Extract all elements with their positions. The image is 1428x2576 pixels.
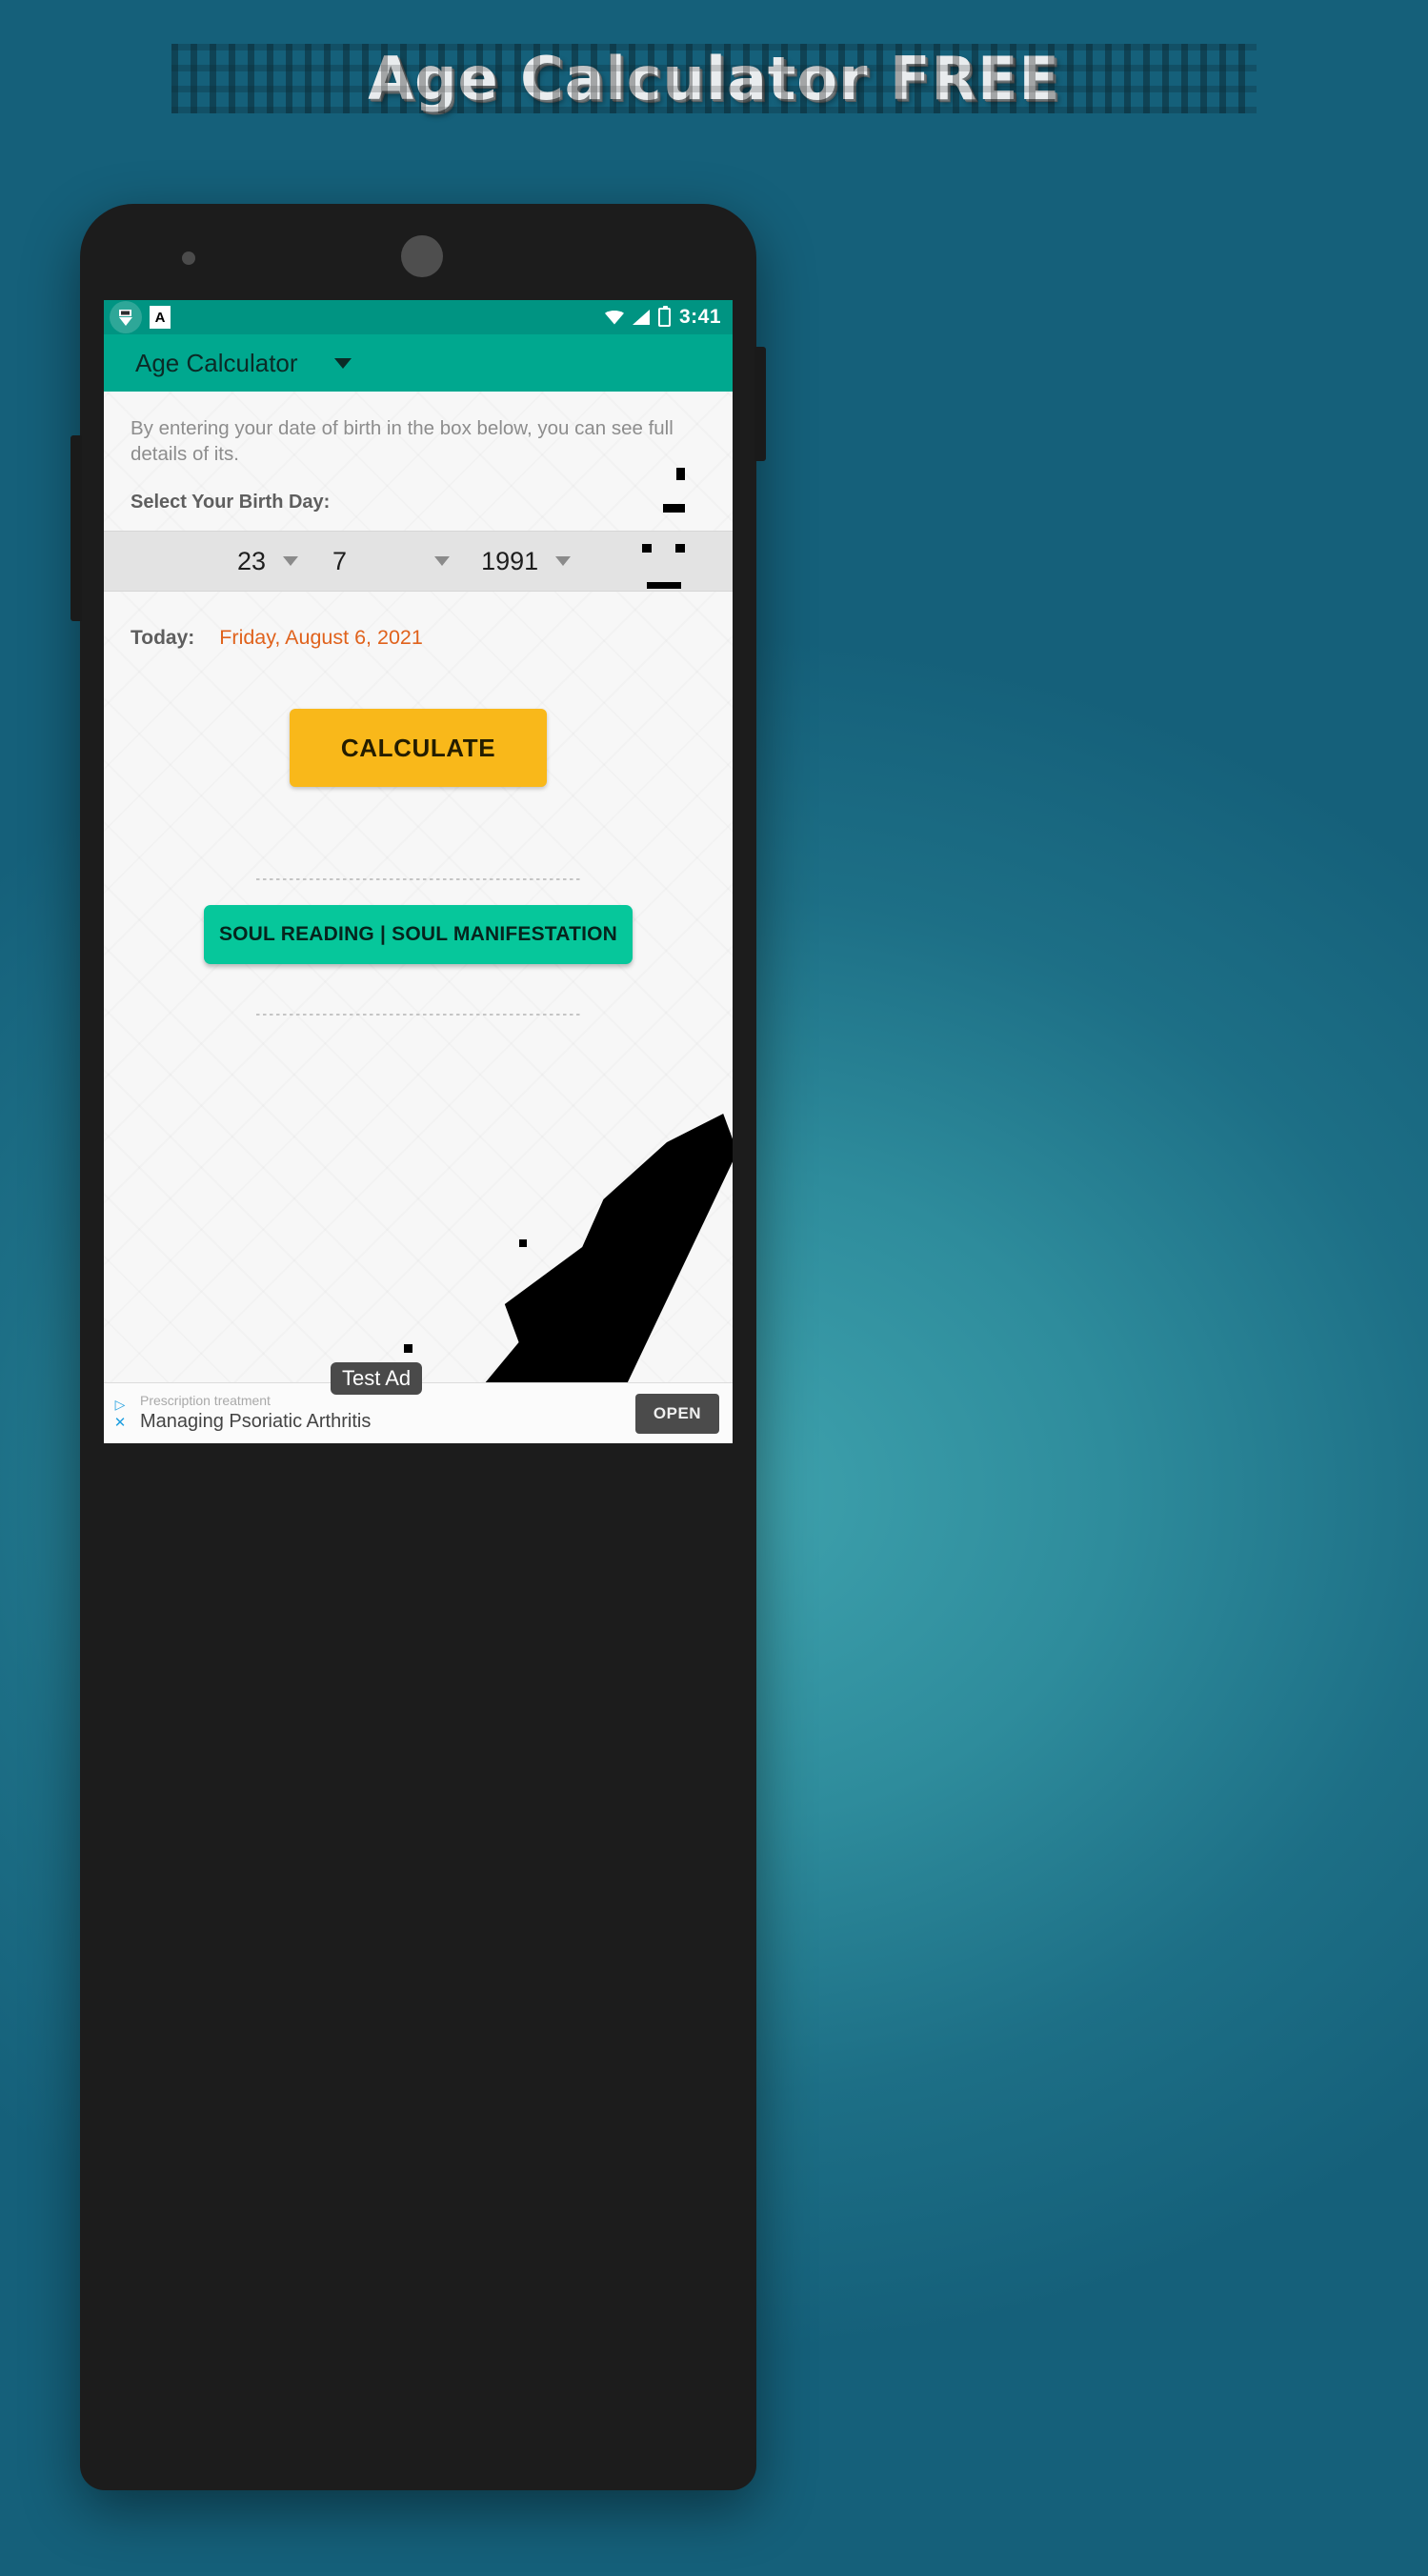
status-bar-notifications: A	[110, 301, 171, 333]
section-label: Select Your Birth Day:	[131, 492, 331, 513]
phone-screen: A 3:41 Age Calculator By entering your d…	[104, 300, 733, 1443]
ad-title: Managing Psoriatic Arthritis	[140, 1410, 372, 1432]
soul-button-wrap: SOUL READING | SOUL MANIFESTATION	[104, 905, 733, 965]
year-spinner[interactable]: 1991	[481, 546, 572, 576]
ad-banner[interactable]: ▷ ✕ Prescription treatment Managing Psor…	[104, 1362, 733, 1443]
ad-divider-top	[256, 878, 580, 881]
app-notification-icon[interactable]	[110, 301, 142, 333]
intro-text: By entering your date of birth in the bo…	[131, 417, 674, 465]
chevron-down-icon[interactable]	[333, 357, 352, 369]
phone-device: A 3:41 Age Calculator By entering your d…	[70, 204, 766, 2490]
today-label: Today:	[131, 627, 195, 650]
today-row: Today: Friday, August 6, 2021	[104, 626, 733, 650]
notification-highlight-ring	[110, 301, 142, 333]
day-caret-down-icon	[283, 556, 299, 567]
calculate-button-wrap: CALCULATE	[104, 709, 733, 788]
month-caret-down-icon	[434, 556, 451, 567]
ad-banner-icons: ▷ ✕	[104, 1383, 136, 1443]
promo-title: Age Calculator FREE	[0, 44, 1428, 113]
proximity-sensor-icon	[182, 252, 195, 265]
date-picker-row: 23 7 1991	[104, 531, 733, 593]
adchoices-icon[interactable]: ▷	[115, 1398, 126, 1411]
day-spinner[interactable]: 23	[237, 546, 299, 576]
battery-charging-icon	[657, 306, 671, 327]
close-icon[interactable]: ✕	[114, 1416, 127, 1430]
app-content: By entering your date of birth in the bo…	[104, 392, 733, 1443]
power-button[interactable]	[754, 347, 766, 461]
soul-reading-ad-button[interactable]: SOUL READING | SOUL MANIFESTATION	[204, 905, 633, 965]
ad-subtitle: Prescription treatment	[140, 1393, 271, 1409]
glitch-mark	[404, 1344, 412, 1353]
calculate-button[interactable]: CALCULATE	[290, 709, 547, 788]
status-bar: A 3:41	[104, 300, 733, 334]
status-bar-clock: 3:41	[678, 306, 721, 328]
glitch-mark	[519, 1239, 527, 1247]
promo-title-text: Age Calculator FREE	[368, 44, 1060, 113]
month-spinner[interactable]: 7	[332, 546, 451, 576]
status-bar-indicators: 3:41	[604, 300, 721, 334]
app-title: Age Calculator	[135, 348, 298, 377]
app-bar: Age Calculator	[104, 334, 733, 392]
test-ad-badge: Test Ad	[331, 1362, 423, 1395]
ad-open-button[interactable]: OPEN	[635, 1393, 719, 1434]
wifi-icon	[604, 310, 624, 325]
front-camera-icon	[401, 235, 443, 277]
today-value: Friday, August 6, 2021	[219, 626, 423, 650]
signal-icon	[632, 310, 650, 325]
day-value: 23	[237, 546, 267, 575]
volume-button[interactable]	[70, 435, 82, 621]
accessibility-icon[interactable]: A	[150, 306, 171, 329]
ad-divider-bottom	[256, 1014, 580, 1016]
year-caret-down-icon	[555, 556, 572, 567]
month-value: 7	[332, 546, 348, 575]
year-value: 1991	[481, 546, 539, 575]
ad-banner-text: Prescription treatment Managing Psoriati…	[136, 1393, 635, 1434]
